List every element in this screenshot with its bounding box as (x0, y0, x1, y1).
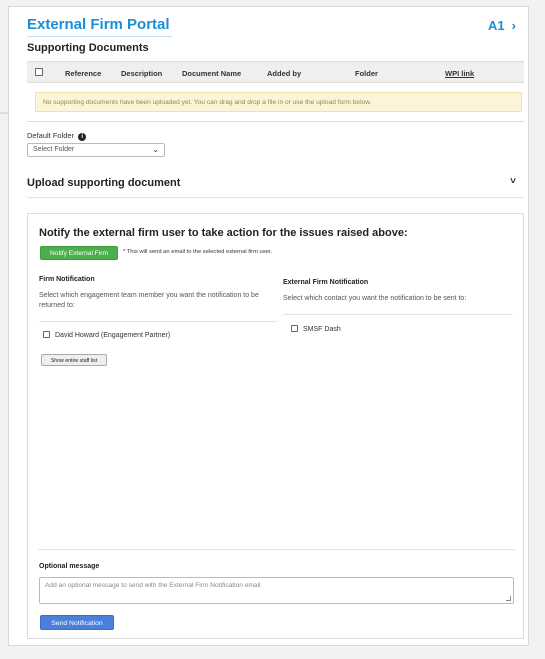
no-documents-notice: No supporting documents have been upload… (35, 92, 522, 112)
col-reference[interactable]: Reference (65, 69, 101, 78)
col-added-by[interactable]: Added by (267, 69, 301, 78)
docs-table-header: Reference Description Document Name Adde… (27, 61, 524, 83)
external-notification-desc: Select which contact you want the notifi… (283, 295, 467, 302)
default-folder-label: Default Folder i (27, 131, 87, 141)
col-document-name[interactable]: Document Name (182, 69, 241, 78)
firm-divider (39, 321, 277, 322)
firm-notification-desc: Select which engagement team member you … (39, 292, 259, 309)
default-folder-select[interactable]: Select Folder ⌄ (27, 143, 165, 157)
firm-notification-title: Firm Notification (39, 276, 95, 283)
notify-external-firm-button[interactable]: Notify External Firm (40, 246, 118, 260)
upload-divider (27, 197, 524, 198)
docs-divider (27, 121, 524, 122)
select-all-checkbox[interactable] (35, 68, 43, 76)
notify-heading: Notify the external firm user to take ac… (39, 227, 408, 239)
page-title: External Firm Portal (27, 16, 170, 33)
member-label: David Howard (Engagement Partner) (55, 332, 171, 339)
id-link[interactable]: A1 › (488, 18, 516, 33)
title-underline (27, 36, 172, 37)
notify-hint: * This will send an email to the selecte… (123, 249, 273, 255)
notify-panel: Notify the external firm user to take ac… (27, 213, 524, 639)
left-edge-divider (0, 112, 8, 114)
chevron-right-icon: › (511, 18, 516, 33)
col-wpi-link[interactable]: WPI link (445, 69, 474, 78)
default-folder-value: Select Folder (33, 146, 75, 153)
show-staff-list-button[interactable]: Show entire staff list (41, 354, 107, 366)
col-folder[interactable]: Folder (355, 69, 378, 78)
supporting-docs-title: Supporting Documents (27, 42, 149, 54)
contact-label: SMSF Dash (303, 326, 341, 333)
contact-row[interactable]: SMSF Dash (291, 325, 341, 333)
send-notification-button[interactable]: Send Notification (40, 615, 114, 630)
info-icon[interactable]: i (78, 133, 87, 141)
external-divider (283, 314, 513, 315)
chevron-down-icon[interactable]: ˅ (510, 176, 516, 187)
resize-handle-icon[interactable] (506, 596, 511, 601)
member-row[interactable]: David Howard (Engagement Partner) (43, 331, 170, 339)
portal-card: External Firm Portal A1 › Supporting Docu… (8, 6, 529, 646)
default-folder-text: Default Folder (27, 131, 75, 140)
id-label: A1 (488, 18, 505, 33)
external-notification-title: External Firm Notification (283, 279, 369, 286)
member-checkbox[interactable] (43, 331, 50, 338)
col-description[interactable]: Description (121, 69, 162, 78)
upload-section-title[interactable]: Upload supporting document (27, 177, 180, 189)
chevron-down-icon: ⌄ (152, 145, 159, 154)
message-placeholder: Add an optional message to send with the… (45, 582, 261, 589)
message-divider (38, 549, 515, 550)
contact-checkbox[interactable] (291, 325, 298, 332)
optional-message-input[interactable]: Add an optional message to send with the… (39, 577, 514, 604)
optional-message-label: Optional message (39, 563, 100, 570)
